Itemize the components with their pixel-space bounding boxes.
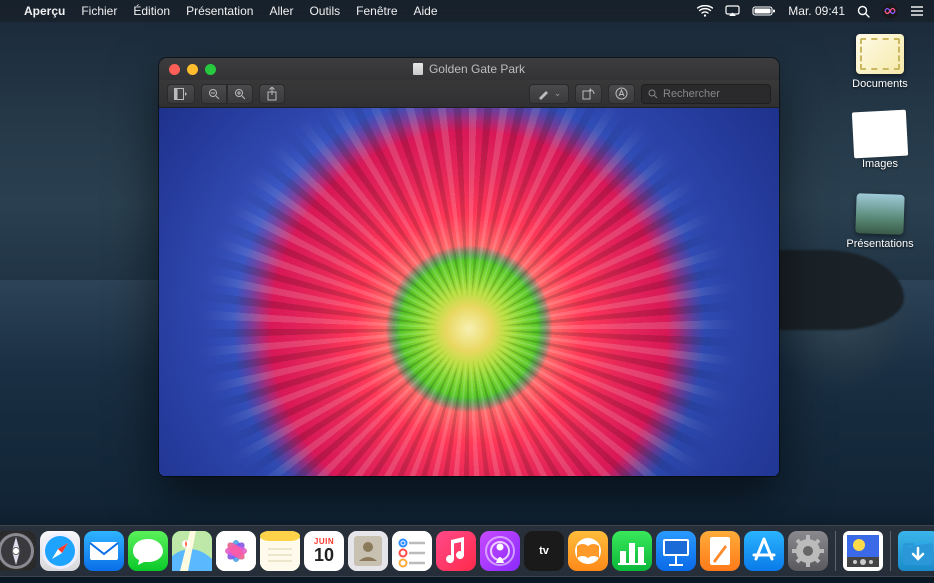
menubar-clock[interactable]: Mar. 09:41 — [788, 4, 845, 18]
dock-app-mail[interactable] — [84, 531, 124, 571]
menu-go[interactable]: Aller — [261, 4, 301, 18]
dock-app-music[interactable] — [436, 531, 476, 571]
dock-app-tv[interactable]: tv — [524, 531, 564, 571]
preview-window[interactable]: Golden Gate Park ⌄ — [159, 58, 779, 476]
dock-app-launchpad[interactable] — [0, 531, 36, 571]
menu-help[interactable]: Aide — [406, 4, 446, 18]
desktop-item-presentations[interactable]: Présentations — [840, 194, 920, 250]
search-placeholder: Rechercher — [663, 88, 720, 100]
desktop-item-label: Images — [862, 158, 898, 170]
dock-app-numbers[interactable] — [612, 531, 652, 571]
window-titlebar[interactable]: Golden Gate Park — [159, 58, 779, 80]
minimize-button[interactable] — [187, 64, 198, 75]
menu-file[interactable]: Fichier — [73, 4, 125, 18]
dock-recent-preview[interactable] — [843, 531, 883, 571]
zoom-in-button[interactable] — [227, 84, 253, 104]
folder-thumbnail — [855, 193, 904, 235]
wifi-icon[interactable] — [697, 5, 713, 17]
dock-app-safari[interactable] — [40, 531, 80, 571]
window-title: Golden Gate Park — [159, 62, 779, 76]
window-title-text: Golden Gate Park — [429, 62, 525, 76]
zoom-out-button[interactable] — [201, 84, 227, 104]
menubar: Aperçu Fichier Édition Présentation Alle… — [0, 0, 934, 22]
dock-separator — [835, 531, 836, 571]
battery-icon[interactable] — [752, 5, 776, 17]
notification-center-icon[interactable] — [910, 5, 924, 17]
document-proxy-icon — [413, 63, 423, 75]
zoom-button[interactable] — [205, 64, 216, 75]
dock-app-contacts[interactable] — [348, 531, 388, 571]
siri-icon[interactable] — [882, 3, 898, 19]
sidebar-view-button[interactable] — [167, 84, 195, 104]
dock-app-messages[interactable] — [128, 531, 168, 571]
menu-window[interactable]: Fenêtre — [348, 4, 405, 18]
dock-app-books[interactable] — [568, 531, 608, 571]
dock-separator — [890, 531, 891, 571]
calendar-day: 10 — [314, 546, 334, 564]
menu-view[interactable]: Présentation — [178, 4, 261, 18]
menu-edit[interactable]: Édition — [125, 4, 178, 18]
desktop-item-images[interactable]: Images — [840, 114, 920, 170]
highlight-button[interactable]: ⌄ — [529, 84, 569, 104]
dock-app-keynote[interactable] — [656, 531, 696, 571]
folder-thumbnail — [855, 113, 905, 155]
menu-tools[interactable]: Outils — [301, 4, 348, 18]
share-button[interactable] — [259, 84, 285, 104]
desktop-item-label: Documents — [852, 78, 908, 90]
dock-app-calendar[interactable]: JUIN 10 — [304, 531, 344, 571]
dock-app-pages[interactable] — [700, 531, 740, 571]
app-menu[interactable]: Aperçu — [16, 4, 73, 18]
dock-app-appstore[interactable] — [744, 531, 784, 571]
dock-app-photos[interactable] — [216, 531, 256, 571]
folder-thumbnail — [856, 34, 904, 74]
dock-app-reminders[interactable] — [392, 531, 432, 571]
window-content[interactable] — [159, 108, 779, 476]
desktop-icons: Documents Images Présentations — [840, 34, 920, 250]
dock-downloads[interactable] — [898, 531, 934, 571]
markup-button[interactable] — [608, 84, 635, 104]
image-content-flower — [159, 108, 779, 476]
dock: JUIN 10 tv — [0, 525, 934, 577]
desktop-item-documents[interactable]: Documents — [840, 34, 920, 90]
close-button[interactable] — [169, 64, 180, 75]
window-toolbar: ⌄ Rechercher — [159, 80, 779, 108]
desktop-item-label: Présentations — [846, 238, 913, 250]
spotlight-icon[interactable] — [857, 5, 870, 18]
search-icon — [648, 89, 658, 99]
search-field[interactable]: Rechercher — [641, 84, 771, 104]
dock-app-system-preferences[interactable] — [788, 531, 828, 571]
airplay-icon[interactable] — [725, 5, 740, 17]
dock-app-notes[interactable] — [260, 531, 300, 571]
tv-label-text: tv — [539, 545, 549, 557]
rotate-button[interactable] — [575, 84, 602, 104]
dock-app-podcasts[interactable] — [480, 531, 520, 571]
dock-app-maps[interactable] — [172, 531, 212, 571]
